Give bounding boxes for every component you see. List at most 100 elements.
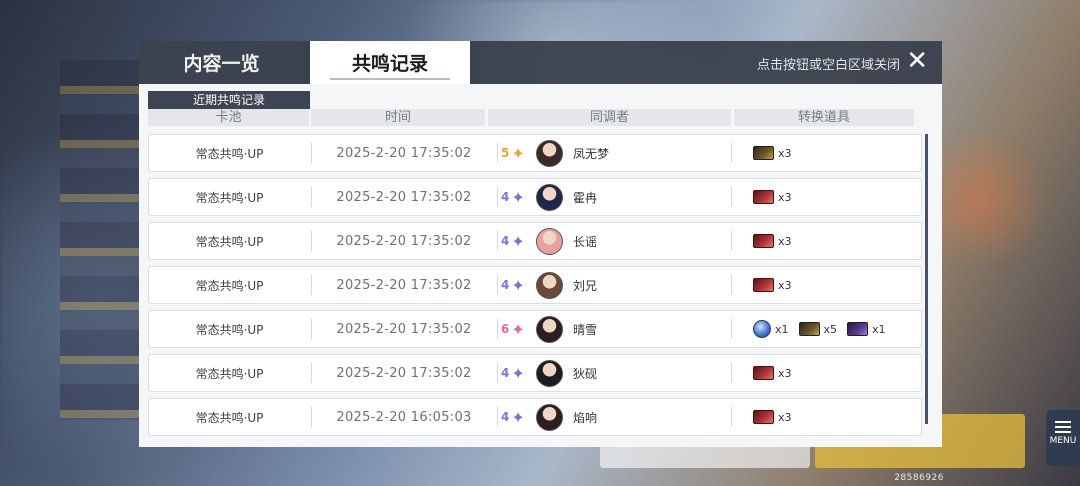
character-name: 凤无梦: [573, 146, 610, 161]
menu-button[interactable]: MENU: [1046, 410, 1080, 466]
avatar-cell: [536, 267, 566, 303]
rarity-number: 6: [501, 322, 510, 336]
rarity-number: 5: [501, 146, 510, 160]
conversion-item: x3: [753, 190, 792, 204]
conversion-item: x3: [753, 278, 792, 292]
item-quantity: x3: [778, 278, 792, 292]
star-icon: ✦: [511, 231, 525, 251]
red-ticket-icon: [753, 190, 774, 204]
conversion-items: x1 x5 x1: [753, 311, 923, 347]
record-time: 2025-2-20 17:35:02: [336, 233, 472, 249]
divider: [731, 407, 732, 427]
divider: [497, 319, 498, 339]
character-name: 晴雪: [573, 322, 598, 337]
close-hint: 点击按钮或空白区域关闭: [756, 58, 900, 73]
table-row: 常态共鸣·UP 2025-2-20 17:35:02 4 ✦ 霍冉 x3: [148, 178, 922, 216]
conversion-item: x3: [753, 146, 792, 160]
record-list[interactable]: 常态共鸣·UP 2025-2-20 17:35:02 5 ✦ 凤无梦 x3 常态共鸣·UP 2…: [148, 134, 924, 442]
rarity-badge: 4 ✦: [501, 223, 529, 259]
rarity-number: 4: [501, 366, 510, 380]
divider: [731, 363, 732, 383]
background-panel: [600, 444, 810, 468]
pool-name: 常态共鸣·UP: [195, 234, 264, 249]
divider: [497, 231, 498, 251]
section-label: 近期共鸣记录: [148, 91, 310, 109]
divider: [497, 275, 498, 295]
avatar-cell: [536, 355, 566, 391]
divider: [311, 275, 312, 295]
tab-content-overview[interactable]: 内容一览: [139, 41, 304, 84]
table-row: 常态共鸣·UP 2025-2-20 17:35:02 4 ✦ 狄砚 x3: [148, 354, 922, 392]
red-ticket-icon: [753, 234, 774, 248]
conversion-item: x5: [798, 322, 837, 336]
scrollbar[interactable]: [925, 134, 928, 424]
record-time: 2025-2-20 17:35:02: [336, 145, 472, 161]
character-name: 霍冉: [573, 190, 598, 205]
record-time: 2025-2-20 17:35:02: [336, 365, 472, 381]
rarity-number: 4: [501, 234, 510, 248]
dialog-header: 内容一览 共鸣记录 点击按钮或空白区域关闭 ✕: [139, 41, 942, 84]
star-icon: ✦: [511, 143, 525, 163]
character-name: 狄砚: [573, 366, 598, 381]
record-time: 2025-2-20 16:05:03: [336, 409, 472, 425]
conversion-items: x3: [753, 267, 923, 303]
avatar: [536, 403, 563, 431]
gold-ticket-icon: [798, 322, 820, 336]
divider: [311, 319, 312, 339]
avatar: [536, 315, 563, 343]
dialog-body: 近期共鸣记录 卡池 时间 同调者 转换道具 常态共鸣·UP 2025-2-20 1…: [139, 84, 942, 447]
column-header-character: 同调者: [488, 109, 731, 126]
avatar: [536, 183, 563, 211]
table-row: 常态共鸣·UP 2025-2-20 17:35:02 4 ✦ 刘兄 x3: [148, 266, 922, 304]
conversion-items: x3: [753, 223, 923, 259]
table-row: 常态共鸣·UP 2025-2-20 17:35:02 6 ✦ 晴雪 x1 x5 x1: [148, 310, 922, 348]
red-ticket-icon: [753, 366, 774, 380]
divider: [731, 231, 732, 251]
close-icon[interactable]: ✕: [906, 48, 928, 74]
avatar: [536, 359, 563, 387]
conversion-items: x3: [753, 179, 923, 215]
uid-label: 28586926: [894, 473, 944, 483]
divider: [731, 187, 732, 207]
menu-label: MENU: [1049, 436, 1077, 446]
pool-name: 常态共鸣·UP: [195, 278, 264, 293]
rarity-number: 4: [501, 410, 510, 424]
avatar: [536, 271, 563, 299]
red-ticket-icon: [753, 410, 774, 424]
item-quantity: x3: [778, 234, 792, 248]
resonance-record-dialog: 内容一览 共鸣记录 点击按钮或空白区域关闭 ✕ 近期共鸣记录 卡池 时间 同调者…: [139, 41, 942, 447]
table-row: 常态共鸣·UP 2025-2-20 17:35:02 4 ✦ 长谣 x3: [148, 222, 922, 260]
divider: [311, 231, 312, 251]
blue-orb-icon: [753, 320, 771, 338]
item-quantity: x1: [775, 322, 789, 336]
pool-name: 常态共鸣·UP: [195, 190, 264, 205]
divider: [497, 143, 498, 163]
table-row: 常态共鸣·UP 2025-2-20 16:05:03 4 ✦ 焰响 x3: [148, 398, 922, 436]
conversion-items: x3: [753, 399, 923, 435]
star-icon: ✦: [511, 363, 525, 383]
conversion-item: x1: [847, 322, 886, 336]
record-time: 2025-2-20 17:35:02: [336, 321, 472, 337]
character-name: 刘兄: [573, 278, 598, 293]
divider: [311, 143, 312, 163]
column-header-time: 时间: [311, 109, 485, 126]
conversion-item: x3: [753, 410, 792, 424]
divider: [311, 363, 312, 383]
pool-name: 常态共鸣·UP: [195, 410, 264, 425]
star-icon: ✦: [511, 407, 525, 427]
pool-name: 常态共鸣·UP: [195, 146, 264, 161]
rarity-badge: 4 ✦: [501, 179, 529, 215]
tab-resonance-record[interactable]: 共鸣记录: [310, 41, 470, 84]
divider: [311, 407, 312, 427]
scrollbar-thumb[interactable]: [925, 134, 928, 424]
conversion-item: x3: [753, 366, 792, 380]
rarity-badge: 6 ✦: [501, 311, 529, 347]
star-icon: ✦: [511, 187, 525, 207]
avatar-cell: [536, 311, 566, 347]
avatar-cell: [536, 179, 566, 215]
rarity-badge: 4 ✦: [501, 355, 529, 391]
rarity-number: 4: [501, 278, 510, 292]
character-name: 长谣: [573, 234, 598, 249]
item-quantity: x3: [778, 190, 792, 204]
conversion-item: x1: [753, 320, 789, 338]
